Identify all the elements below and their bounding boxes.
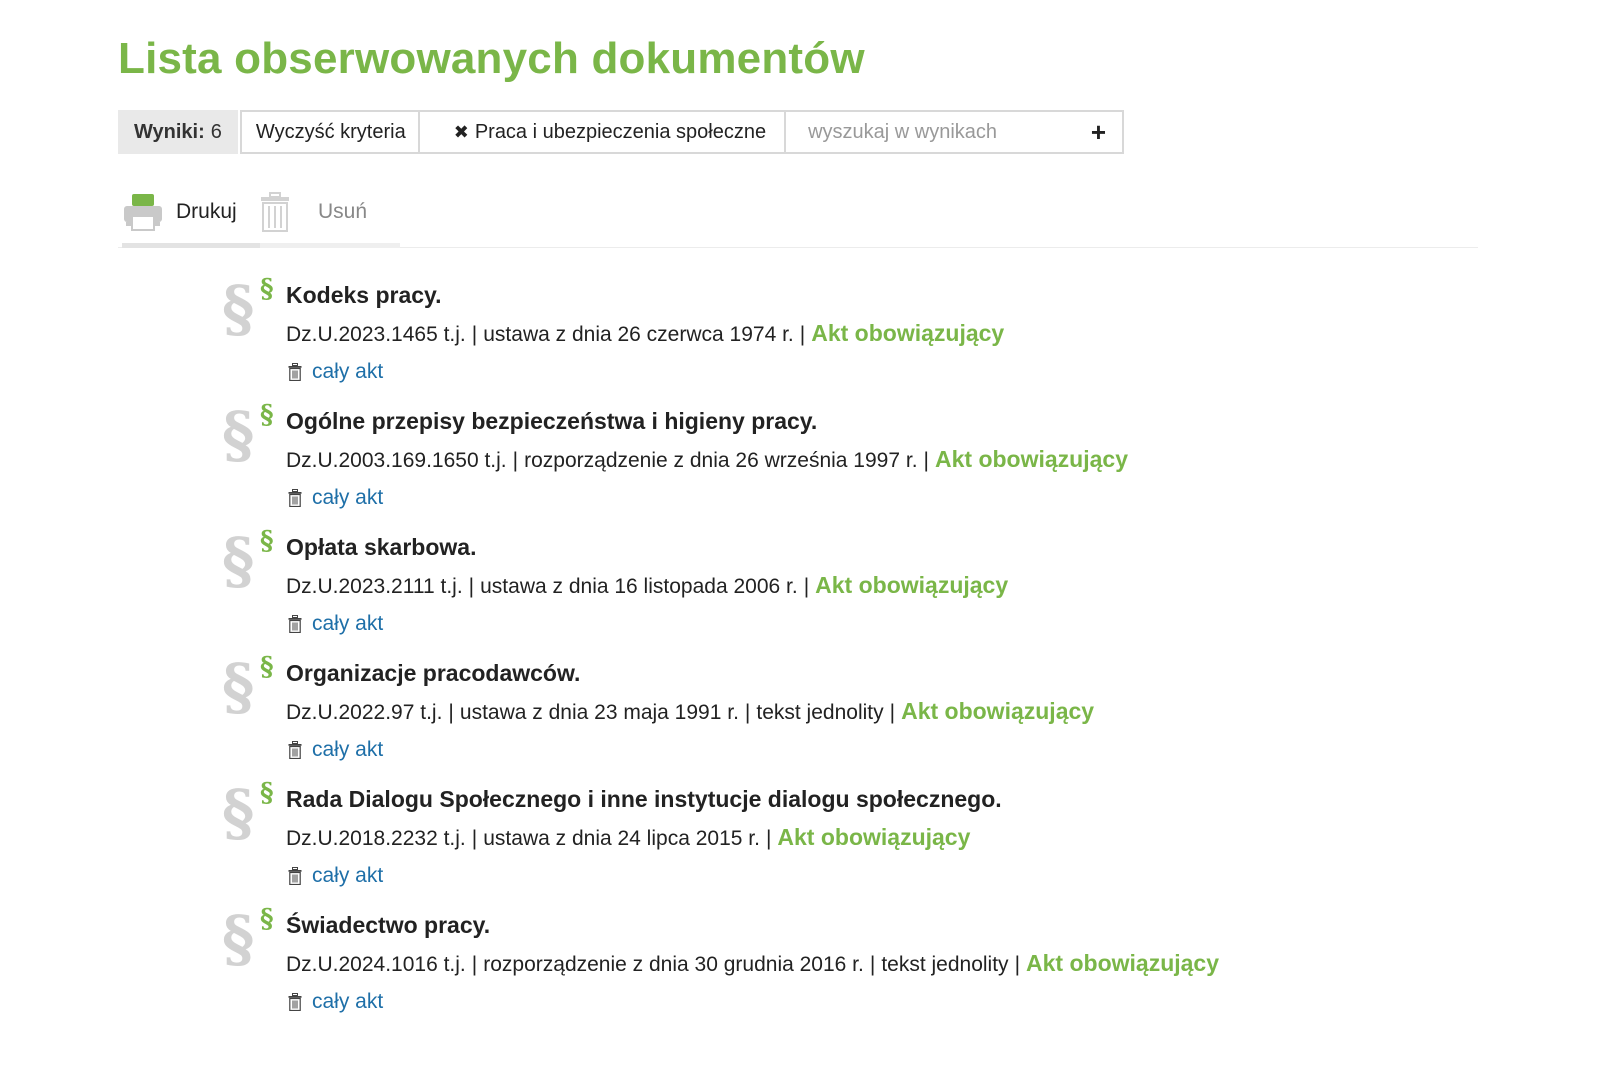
list-item: § § Kodeks pracy. Dz.U.2023.1465 t.j. | ust… <box>222 276 1472 408</box>
print-label: Drukuj <box>176 199 237 223</box>
meta-separator: | <box>468 575 475 598</box>
document-meta-part: ustawa z dnia 16 listopada 2006 r. <box>480 575 798 598</box>
add-search-icon[interactable]: + <box>1091 119 1106 145</box>
status-badge[interactable]: Akt obowiązujący <box>815 572 1008 598</box>
whole-act-label: cały akt <box>312 738 384 761</box>
toolbar: Drukuj Usuń <box>118 180 1478 248</box>
trash-icon <box>288 615 302 633</box>
trash-icon <box>288 489 302 507</box>
document-meta-part: Dz.U.2018.2232 t.j. <box>286 827 466 850</box>
paragraph-icon: § § <box>222 650 274 723</box>
status-badge[interactable]: Akt obowiązujący <box>935 446 1128 472</box>
results-count: Wyniki: 6 <box>118 110 238 154</box>
meta-separator: | <box>803 575 810 598</box>
list-item: § § Opłata skarbowa. Dz.U.2023.2111 t.j. |… <box>222 528 1472 660</box>
trash-icon <box>261 191 289 232</box>
search-input[interactable] <box>808 120 1069 144</box>
document-meta-part: rozporządzenie z dnia 30 grudnia 2016 r. <box>483 953 864 976</box>
document-title[interactable]: Ogólne przepisy bezpieczeństwa i higieny… <box>286 408 817 435</box>
document-meta-part: Dz.U.2003.169.1650 t.j. <box>286 449 507 472</box>
whole-act-link[interactable]: cały akt <box>288 738 383 762</box>
list-item: § § Świadectwo pracy. Dz.U.2024.1016 t.j.… <box>222 906 1472 1038</box>
page-title: Lista obserwowanych dokumentów <box>118 34 865 83</box>
whole-act-link[interactable]: cały akt <box>288 486 383 510</box>
document-meta-part: Dz.U.2023.2111 t.j. <box>286 575 463 598</box>
document-meta-part: tekst jednolity <box>881 953 1009 976</box>
trash-icon <box>288 363 302 381</box>
meta-separator: | <box>869 953 876 976</box>
document-meta-part: ustawa z dnia 24 lipca 2015 r. <box>483 827 760 850</box>
whole-act-link[interactable]: cały akt <box>288 990 383 1014</box>
paragraph-icon: § § <box>222 398 274 471</box>
whole-act-label: cały akt <box>312 612 384 635</box>
list-item: § § Organizacje pracodawców. Dz.U.2022.97… <box>222 654 1472 786</box>
list-item: § § Ogólne przepisy bezpieczeństwa i higi… <box>222 402 1472 534</box>
meta-separator: | <box>923 449 929 472</box>
document-title[interactable]: Kodeks pracy. <box>286 282 442 309</box>
document-title[interactable]: Organizacje pracodawców. <box>286 660 580 687</box>
paragraph-icon: § § <box>222 776 274 849</box>
document-meta: Dz.U.2022.97 t.j. | ustawa z dnia 23 maja … <box>286 698 1094 725</box>
meta-separator: | <box>889 701 896 724</box>
meta-separator: | <box>765 827 772 850</box>
whole-act-label: cały akt <box>312 486 384 509</box>
criteria-tag-label: Praca i ubezpieczenia społeczne <box>474 120 767 143</box>
filter-bar: Wyniki: 6 Wyczyść kryteria ✖ Praca i ube… <box>118 110 1125 154</box>
list-item: § § Rada Dialogu Społecznego i inne insty… <box>222 780 1472 912</box>
meta-separator: | <box>471 323 478 346</box>
printer-icon <box>124 193 162 231</box>
results-value: 6 <box>210 120 222 143</box>
whole-act-label: cały akt <box>312 864 384 887</box>
document-meta-part: Dz.U.2023.1465 t.j. <box>286 323 466 346</box>
delete-label: Usuń <box>318 199 368 223</box>
meta-separator: | <box>1014 953 1021 976</box>
meta-separator: | <box>471 827 478 850</box>
document-title[interactable]: Rada Dialogu Społecznego i inne instytuc… <box>286 786 1002 813</box>
criteria-tag[interactable]: ✖ Praca i ubezpieczenia społeczne <box>417 110 787 154</box>
whole-act-label: cały akt <box>312 360 384 383</box>
document-meta: Dz.U.2024.1016 t.j. | rozporządzenie z dni… <box>286 950 1219 977</box>
meta-separator: | <box>799 323 806 346</box>
print-button[interactable]: Drukuj <box>122 180 260 248</box>
document-meta-part: tekst jednolity <box>756 701 884 724</box>
document-meta-part: Dz.U.2024.1016 t.j. <box>286 953 466 976</box>
meta-separator: | <box>448 701 454 724</box>
search-box: + <box>784 110 1125 154</box>
whole-act-label: cały akt <box>312 990 384 1013</box>
document-meta-part: ustawa z dnia 23 maja 1991 r. <box>459 701 739 724</box>
status-badge[interactable]: Akt obowiązujący <box>901 698 1094 724</box>
document-title[interactable]: Opłata skarbowa. <box>286 534 476 561</box>
document-meta: Dz.U.2023.2111 t.j. | ustawa z dnia 16 lis… <box>286 572 1008 599</box>
paragraph-icon: § § <box>222 902 274 975</box>
paragraph-icon: § § <box>222 272 274 345</box>
delete-button[interactable]: Usuń <box>260 180 400 248</box>
document-meta-part: ustawa z dnia 26 czerwca 1974 r. <box>483 323 794 346</box>
status-badge[interactable]: Akt obowiązujący <box>777 824 970 850</box>
document-meta: Dz.U.2018.2232 t.j. | ustawa z dnia 24 lip… <box>286 824 970 851</box>
paragraph-icon: § § <box>222 524 274 597</box>
remove-criteria-icon[interactable]: ✖ <box>454 122 469 143</box>
status-badge[interactable]: Akt obowiązujący <box>811 320 1004 346</box>
meta-separator: | <box>512 449 519 472</box>
results-label: Wyniki: <box>134 120 205 143</box>
whole-act-link[interactable]: cały akt <box>288 360 383 384</box>
whole-act-link[interactable]: cały akt <box>288 612 383 636</box>
document-meta: Dz.U.2003.169.1650 t.j. | rozporządzenie z… <box>286 446 1128 473</box>
whole-act-link[interactable]: cały akt <box>288 864 383 888</box>
document-meta: Dz.U.2023.1465 t.j. | ustawa z dnia 26 cze… <box>286 320 1004 347</box>
meta-separator: | <box>744 701 751 724</box>
clear-criteria-button[interactable]: Wyczyść kryteria <box>239 110 420 154</box>
trash-icon <box>288 867 302 885</box>
meta-separator: | <box>471 953 478 976</box>
trash-icon <box>288 993 302 1011</box>
status-badge[interactable]: Akt obowiązujący <box>1026 950 1219 976</box>
document-meta-part: Dz.U.2022.97 t.j. <box>286 701 443 724</box>
trash-icon <box>288 741 302 759</box>
document-meta-part: rozporządzenie z dnia 26 września 1997 r… <box>524 449 918 472</box>
document-title[interactable]: Świadectwo pracy. <box>286 912 490 939</box>
document-list: § § Kodeks pracy. Dz.U.2023.1465 t.j. | ust… <box>222 276 1472 1038</box>
